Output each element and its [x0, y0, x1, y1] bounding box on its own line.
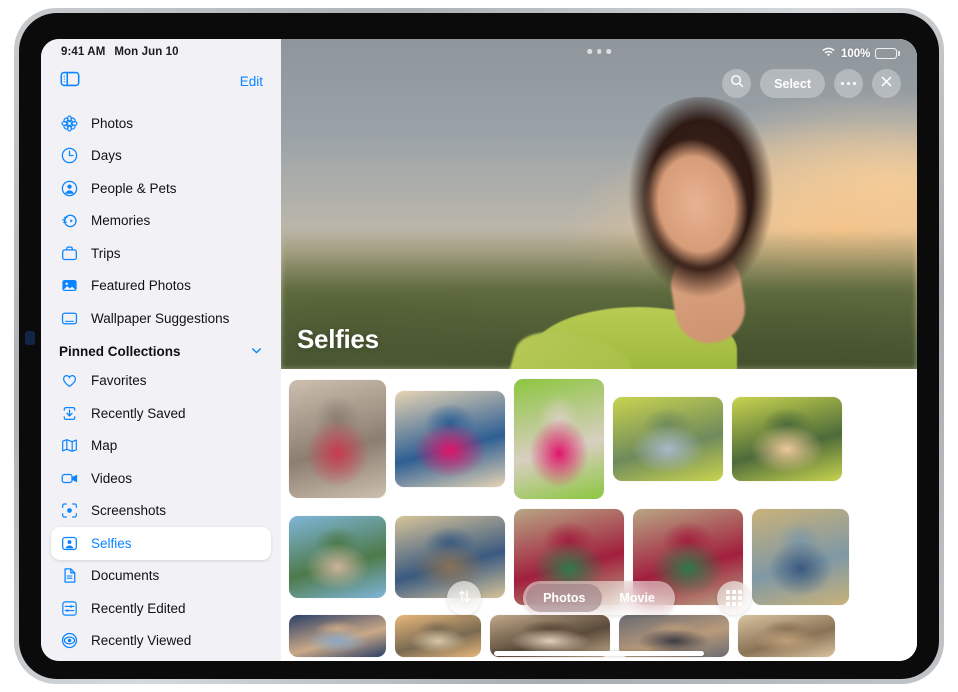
hero-toolbar: Select — [722, 69, 901, 98]
sidebar-toggle-icon[interactable] — [59, 68, 81, 95]
status-bar-left: 9:41 AM Mon Jun 10 — [51, 39, 271, 58]
suitcase-icon — [59, 243, 79, 263]
close-icon — [879, 74, 894, 94]
flower-icon — [59, 113, 79, 133]
more-button[interactable] — [834, 69, 863, 98]
pinned-collections-header[interactable]: Pinned Collections — [51, 335, 271, 365]
ipad-device-frame: 9:41 AM Mon Jun 10 Edit — [14, 8, 944, 684]
photo-grid-row — [281, 379, 917, 499]
wallpaper-icon — [59, 308, 79, 328]
photo-grid — [281, 369, 917, 661]
grid-view-icon — [726, 590, 741, 605]
clock-icon — [59, 146, 79, 166]
heart-icon — [59, 371, 79, 391]
page-title: Selfies — [297, 324, 379, 355]
sidebar-item-label: Documents — [91, 568, 159, 583]
photo-thumbnail[interactable] — [738, 615, 835, 657]
memories-play-icon — [59, 211, 79, 231]
sidebar-item-label: Videos — [91, 471, 132, 486]
sidebar-item-recently-edited[interactable]: Recently Edited — [51, 592, 271, 625]
select-button[interactable]: Select — [760, 69, 825, 98]
bottom-toolbar: Photos Movie — [281, 581, 917, 615]
map-icon — [59, 436, 79, 456]
sidebar-item-wallpaper-suggestions[interactable]: Wallpaper Suggestions — [51, 302, 271, 335]
sliders-icon — [59, 598, 79, 618]
video-camera-icon — [59, 468, 79, 488]
selfie-icon — [59, 533, 79, 553]
sort-arrows-icon — [456, 588, 473, 608]
grid-view-button[interactable] — [717, 581, 751, 615]
section-title: Pinned Collections — [59, 344, 181, 359]
photo-icon — [59, 276, 79, 296]
sidebar-item-memories[interactable]: Memories — [51, 205, 271, 238]
segment-photos[interactable]: Photos — [526, 584, 602, 612]
sidebar-item-label: Map — [91, 438, 117, 453]
screenshot-icon — [59, 501, 79, 521]
hero-banner[interactable]: 100% — [281, 39, 917, 369]
sidebar-item-label: Recently Saved — [91, 406, 186, 421]
sidebar-item-label: Selfies — [91, 536, 132, 551]
status-time: 9:41 AM — [61, 46, 105, 58]
download-icon — [59, 403, 79, 423]
sidebar-item-label: Favorites — [91, 373, 147, 388]
multitasking-dots-icon[interactable] — [587, 49, 611, 54]
sidebar-item-documents[interactable]: Documents — [51, 560, 271, 593]
ipad-screen: 9:41 AM Mon Jun 10 Edit — [41, 39, 917, 661]
sidebar-item-label: Trips — [91, 246, 121, 261]
photo-thumbnail[interactable] — [732, 397, 842, 481]
close-button[interactable] — [872, 69, 901, 98]
chevron-down-icon[interactable] — [250, 344, 263, 360]
person-circle-icon — [59, 178, 79, 198]
sidebar-item-recently-viewed[interactable]: Recently Viewed — [51, 625, 271, 658]
status-bar-right: 100% — [821, 46, 900, 61]
sidebar-item-label: Recently Viewed — [91, 633, 191, 648]
edit-button[interactable]: Edit — [240, 74, 263, 89]
wifi-icon — [821, 46, 836, 61]
segment-movie[interactable]: Movie — [602, 584, 671, 612]
search-button[interactable] — [722, 69, 751, 98]
sidebar-item-photos[interactable]: Photos — [51, 107, 271, 140]
sidebar-item-label: Featured Photos — [91, 278, 191, 293]
eye-icon — [59, 631, 79, 651]
photo-thumbnail[interactable] — [514, 379, 604, 499]
status-date: Mon Jun 10 — [114, 46, 178, 58]
sidebar-item-people-pets[interactable]: People & Pets — [51, 172, 271, 205]
sidebar-item-label: Recently Edited — [91, 601, 186, 616]
photo-thumbnail[interactable] — [289, 615, 386, 657]
sidebar-item-favorites[interactable]: Favorites — [51, 365, 271, 398]
search-icon — [729, 73, 745, 94]
battery-full-icon — [875, 48, 900, 59]
sidebar-item-selfies[interactable]: Selfies — [51, 527, 271, 560]
sidebar-item-label: Days — [91, 148, 122, 163]
sidebar-item-days[interactable]: Days — [51, 140, 271, 173]
sidebar-item-label: Wallpaper Suggestions — [91, 311, 229, 326]
document-icon — [59, 566, 79, 586]
photo-thumbnail[interactable] — [395, 391, 505, 487]
sort-button[interactable] — [447, 581, 481, 615]
photo-thumbnail[interactable] — [395, 615, 481, 657]
battery-percent-label: 100% — [841, 48, 870, 60]
sidebar: 9:41 AM Mon Jun 10 Edit — [41, 39, 281, 661]
sidebar-header: Edit — [51, 58, 271, 107]
sidebar-item-label: Memories — [91, 213, 150, 228]
ellipsis-icon — [841, 82, 856, 85]
home-indicator[interactable] — [494, 651, 704, 656]
sidebar-item-label: Screenshots — [91, 503, 166, 518]
content-area: 100% — [281, 39, 917, 661]
sidebar-item-featured-photos[interactable]: Featured Photos — [51, 270, 271, 303]
photo-thumbnail[interactable] — [289, 380, 386, 498]
sidebar-item-recently-saved[interactable]: Recently Saved — [51, 397, 271, 430]
photo-thumbnail[interactable] — [613, 397, 723, 481]
device-bezel: 9:41 AM Mon Jun 10 Edit — [19, 13, 939, 679]
view-mode-segmented-control: Photos Movie — [523, 581, 675, 615]
bezel-marker — [25, 331, 35, 345]
select-label: Select — [774, 77, 811, 91]
sidebar-item-map[interactable]: Map — [51, 430, 271, 463]
sidebar-item-screenshots[interactable]: Screenshots — [51, 495, 271, 528]
sidebar-item-trips[interactable]: Trips — [51, 237, 271, 270]
sidebar-item-label: People & Pets — [91, 181, 177, 196]
sidebar-item-label: Photos — [91, 116, 133, 131]
sidebar-item-videos[interactable]: Videos — [51, 462, 271, 495]
